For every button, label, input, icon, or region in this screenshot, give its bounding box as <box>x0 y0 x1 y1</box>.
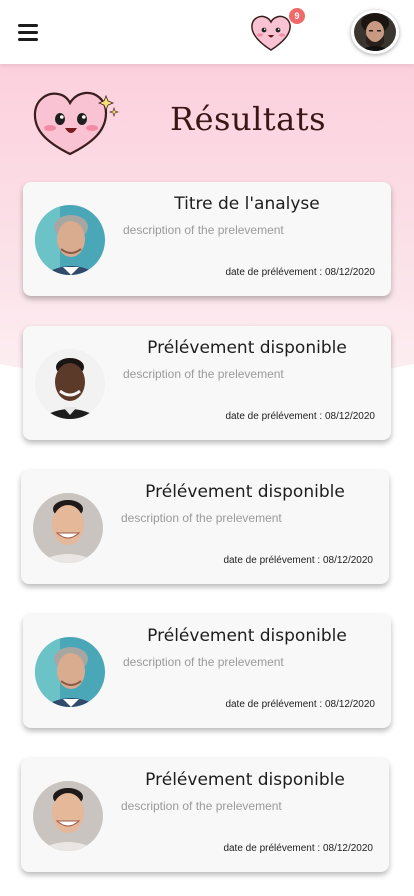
notification-badge[interactable]: 9 <box>289 8 305 24</box>
card-title: Prélévement disponible <box>145 770 345 790</box>
patient-avatar <box>35 637 105 707</box>
card-description: description of the prelevement <box>123 223 284 237</box>
page-title: Résultats <box>170 100 327 138</box>
card-date: date de prélévement : 08/12/2020 <box>225 267 375 278</box>
heart-logo-icon[interactable] <box>249 13 293 53</box>
hero-heart-logo-icon <box>33 91 119 156</box>
patient-avatar <box>33 781 103 851</box>
patient-avatar <box>33 493 103 563</box>
result-card[interactable]: Prélévement disponible description of th… <box>23 614 391 728</box>
card-date: date de prélévement : 08/12/2020 <box>223 555 373 566</box>
patient-avatar <box>35 349 105 419</box>
menu-icon[interactable] <box>18 24 38 41</box>
card-date: date de prélévement : 08/12/2020 <box>223 843 373 854</box>
card-description: description of the prelevement <box>121 511 282 525</box>
card-description: description of the prelevement <box>123 655 284 669</box>
result-card[interactable]: Prélévement disponible description of th… <box>21 758 389 872</box>
result-card[interactable]: Titre de l'analyse description of the pr… <box>23 182 391 296</box>
user-avatar-image <box>354 13 396 51</box>
card-title: Prélévement disponible <box>147 338 347 358</box>
card-title: Prélévement disponible <box>145 482 345 502</box>
card-description: description of the prelevement <box>123 367 284 381</box>
card-title: Prélévement disponible <box>147 626 347 646</box>
top-bar: 9 <box>0 0 414 64</box>
user-avatar[interactable] <box>351 10 399 54</box>
card-title: Titre de l'analyse <box>174 194 320 214</box>
card-date: date de prélévement : 08/12/2020 <box>225 699 375 710</box>
patient-avatar <box>35 205 105 275</box>
card-description: description of the prelevement <box>121 799 282 813</box>
result-card[interactable]: Prélévement disponible description of th… <box>23 326 391 440</box>
result-card[interactable]: Prélévement disponible description of th… <box>21 470 389 584</box>
card-date: date de prélévement : 08/12/2020 <box>225 411 375 422</box>
